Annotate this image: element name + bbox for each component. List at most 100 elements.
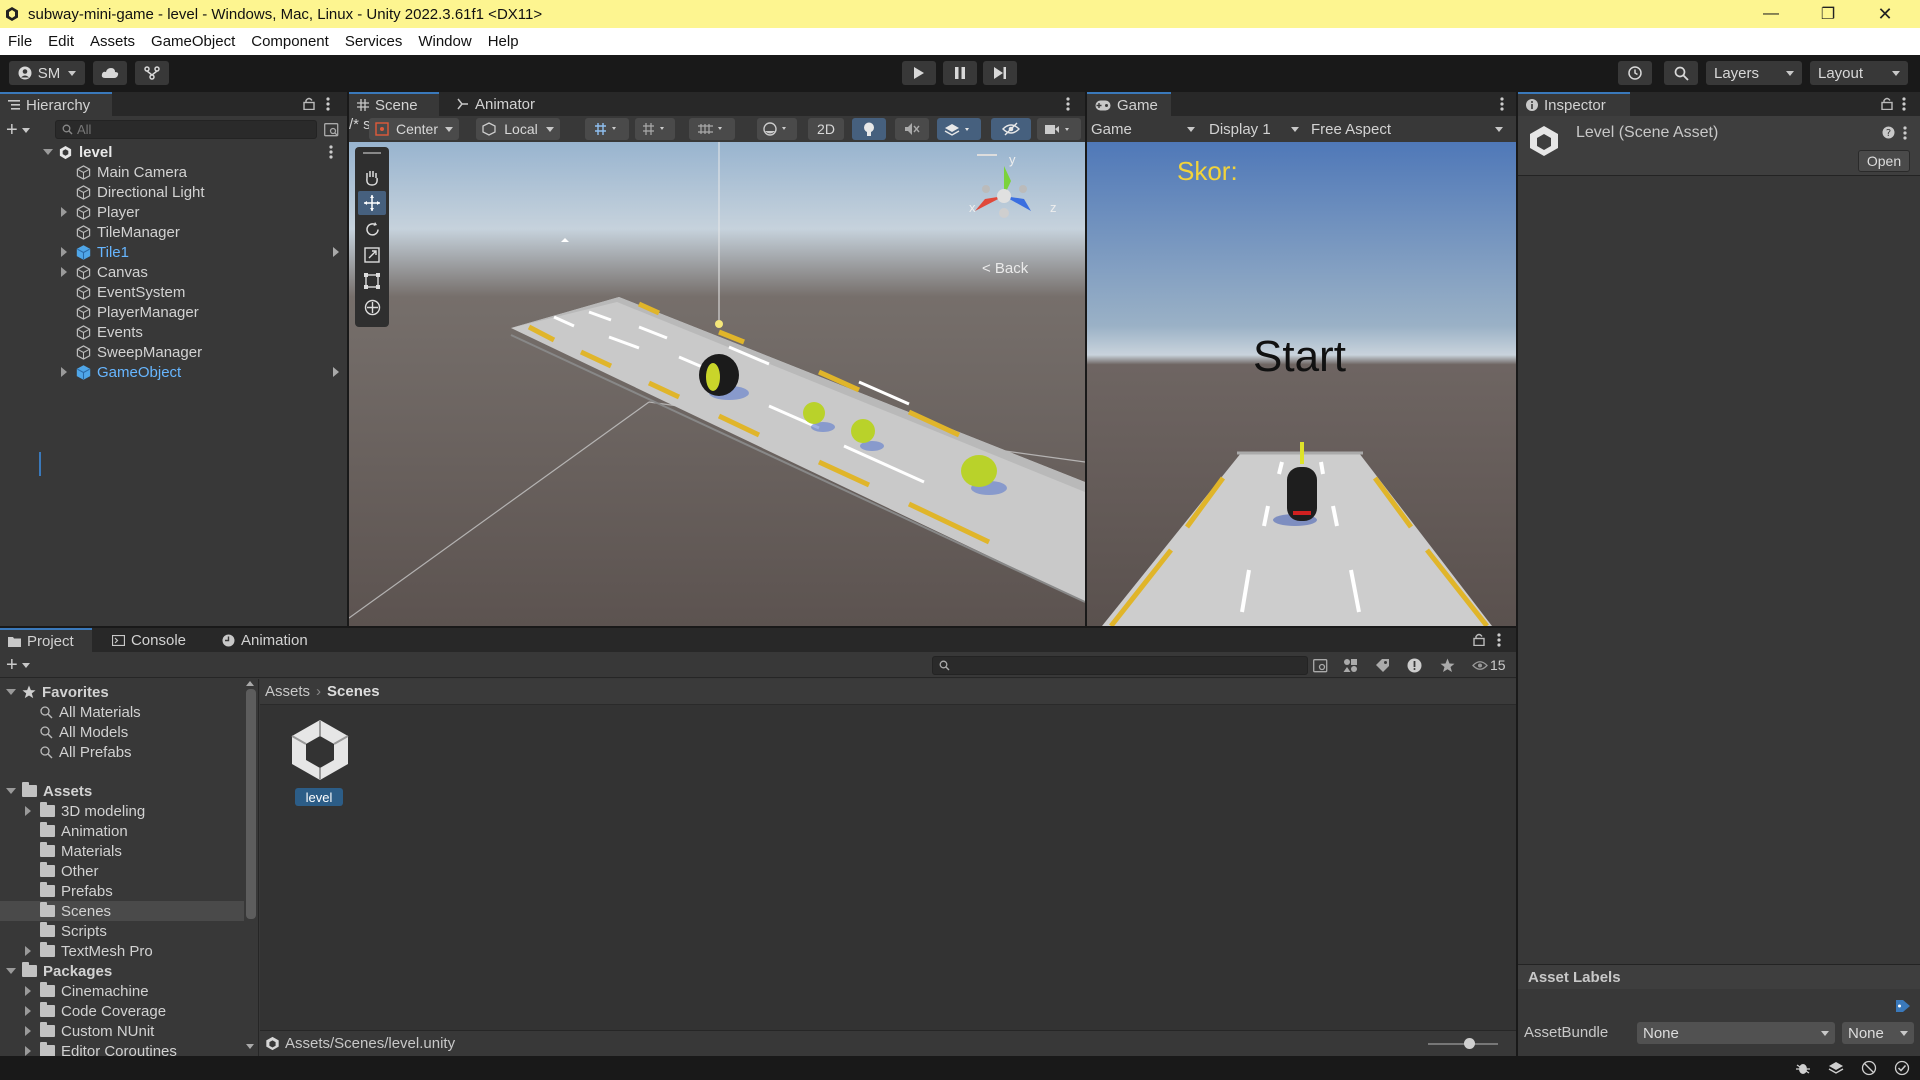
hierarchy-item[interactable]: Tile1	[0, 242, 347, 262]
lock-icon[interactable]	[1473, 633, 1485, 646]
folder-item[interactable]: Materials	[0, 841, 244, 861]
hierarchy-item[interactable]: Player	[0, 202, 347, 222]
package-item[interactable]: Code Coverage	[0, 1001, 244, 1021]
effects-dropdown[interactable]	[937, 118, 981, 140]
menu-edit[interactable]: Edit	[40, 33, 82, 50]
search-scope-icon[interactable]	[1313, 659, 1328, 673]
pause-button[interactable]	[943, 61, 977, 85]
minimize-button[interactable]: —	[1743, 0, 1799, 28]
hierarchy-item[interactable]: Main Camera	[0, 162, 347, 182]
layout-dropdown[interactable]: Layout	[1810, 61, 1908, 85]
folder-item[interactable]: Other	[0, 861, 244, 881]
layers-dropdown[interactable]: Layers	[1706, 61, 1802, 85]
label-tag-icon[interactable]	[1895, 999, 1911, 1013]
prefab-open-arrow-icon[interactable]	[333, 247, 339, 257]
game-viewport[interactable]: Skor: Start	[1087, 142, 1516, 626]
icon-size-slider-thumb[interactable]	[1464, 1038, 1475, 1049]
scene-visibility-icon[interactable]	[324, 123, 339, 137]
open-button[interactable]: Open	[1858, 150, 1910, 172]
hierarchy-item[interactable]: Events	[0, 322, 347, 342]
layers-stack-icon[interactable]	[1828, 1060, 1844, 1076]
hierarchy-item[interactable]: Directional Light	[0, 182, 347, 202]
draw-mode-button[interactable]	[757, 118, 797, 140]
status-check-icon[interactable]	[1894, 1060, 1910, 1076]
scroll-down-icon[interactable]	[246, 1044, 254, 1049]
hierarchy-item[interactable]: TileManager	[0, 222, 347, 242]
filter-by-label-icon[interactable]	[1375, 658, 1390, 673]
tree-scrollbar[interactable]	[246, 689, 256, 919]
more-options-icon[interactable]	[1903, 126, 1907, 140]
project-create-button[interactable]: +	[6, 655, 38, 675]
account-dropdown[interactable]: SM	[9, 61, 85, 85]
scale-tool-button[interactable]	[358, 243, 386, 267]
increment-snap-button[interactable]	[689, 118, 735, 140]
assetbundle-variant-dropdown[interactable]: None	[1842, 1022, 1914, 1044]
more-options-icon[interactable]	[1500, 97, 1504, 111]
folder-item[interactable]: TextMesh Pro	[0, 941, 244, 961]
scene-visibility-toggle[interactable]	[991, 118, 1031, 140]
play-button[interactable]	[902, 61, 936, 85]
favorite-item[interactable]: All Models	[0, 722, 244, 742]
hand-tool-button[interactable]	[358, 165, 386, 189]
orientation-gizmo[interactable]	[961, 156, 1061, 236]
filter-by-type-icon[interactable]	[1343, 658, 1358, 673]
hierarchy-item[interactable]: SweepManager	[0, 342, 347, 362]
hierarchy-item[interactable]: PlayerManager	[0, 302, 347, 322]
hierarchy-search-input[interactable]: All	[55, 120, 317, 139]
scene-root-row[interactable]: level	[0, 142, 347, 162]
lighting-toggle[interactable]	[852, 118, 886, 140]
menu-file[interactable]: File	[0, 33, 40, 50]
network-icon[interactable]	[1861, 1060, 1877, 1076]
package-item[interactable]: Editor Coroutines	[0, 1041, 244, 1056]
undo-history-button[interactable]	[1618, 61, 1652, 85]
favorite-item[interactable]: All Materials	[0, 702, 244, 722]
lock-icon[interactable]	[303, 97, 315, 110]
scroll-up-icon[interactable]	[246, 681, 254, 686]
move-tool-button[interactable]	[358, 191, 386, 215]
cloud-button[interactable]	[93, 61, 127, 85]
tab-game[interactable]: Game	[1087, 92, 1171, 116]
audio-toggle[interactable]	[895, 118, 929, 140]
lock-icon[interactable]	[1881, 97, 1893, 110]
favorites-header[interactable]: Favorites	[0, 682, 244, 702]
icon-size-slider[interactable]	[1428, 1043, 1498, 1045]
warning-filter-icon[interactable]	[1407, 658, 1422, 673]
hierarchy-item[interactable]: Canvas	[0, 262, 347, 282]
prefab-open-arrow-icon[interactable]	[333, 367, 339, 377]
start-button[interactable]: Start	[1253, 332, 1346, 382]
more-options-icon[interactable]	[329, 145, 333, 159]
rect-tool-button[interactable]	[358, 269, 386, 293]
tab-scene[interactable]: Scene	[349, 92, 439, 116]
menu-gameobject[interactable]: GameObject	[143, 33, 243, 50]
gizmo-back-label[interactable]: < Back	[982, 260, 1028, 277]
tab-animation[interactable]: Animation	[214, 628, 324, 652]
more-options-icon[interactable]	[326, 97, 330, 111]
package-item[interactable]: Custom NUnit	[0, 1021, 244, 1041]
tab-project[interactable]: Project	[0, 628, 92, 652]
debug-bug-icon[interactable]	[1795, 1060, 1811, 1076]
favorite-item[interactable]: All Prefabs	[0, 742, 244, 762]
scene-viewport[interactable]: x y z < Back	[349, 142, 1085, 626]
step-button[interactable]	[983, 61, 1017, 85]
drag-handle[interactable]	[977, 154, 997, 156]
folder-item[interactable]: Prefabs	[0, 881, 244, 901]
restore-button[interactable]: ❐	[1800, 0, 1856, 28]
toggle-2d-button[interactable]: 2D	[808, 118, 844, 140]
assetbundle-dropdown[interactable]: None	[1637, 1022, 1835, 1044]
collab-button[interactable]	[135, 61, 169, 85]
grid-visibility-button[interactable]	[635, 118, 675, 140]
folder-item[interactable]: Scripts	[0, 921, 244, 941]
menu-window[interactable]: Window	[410, 33, 479, 50]
project-search-input[interactable]	[932, 656, 1308, 675]
folder-item[interactable]: Animation	[0, 821, 244, 841]
hidden-packages-toggle[interactable]: 15	[1472, 656, 1506, 674]
tab-inspector[interactable]: Inspector	[1518, 92, 1630, 116]
pivot-dropdown[interactable]: Center	[369, 118, 459, 140]
close-button[interactable]: ✕	[1857, 0, 1913, 28]
more-options-icon[interactable]	[1066, 97, 1070, 111]
menu-component[interactable]: Component	[243, 33, 337, 50]
search-button[interactable]	[1664, 61, 1698, 85]
packages-root[interactable]: Packages	[0, 961, 244, 981]
more-options-icon[interactable]	[1902, 97, 1906, 111]
package-item[interactable]: Cinemachine	[0, 981, 244, 1001]
